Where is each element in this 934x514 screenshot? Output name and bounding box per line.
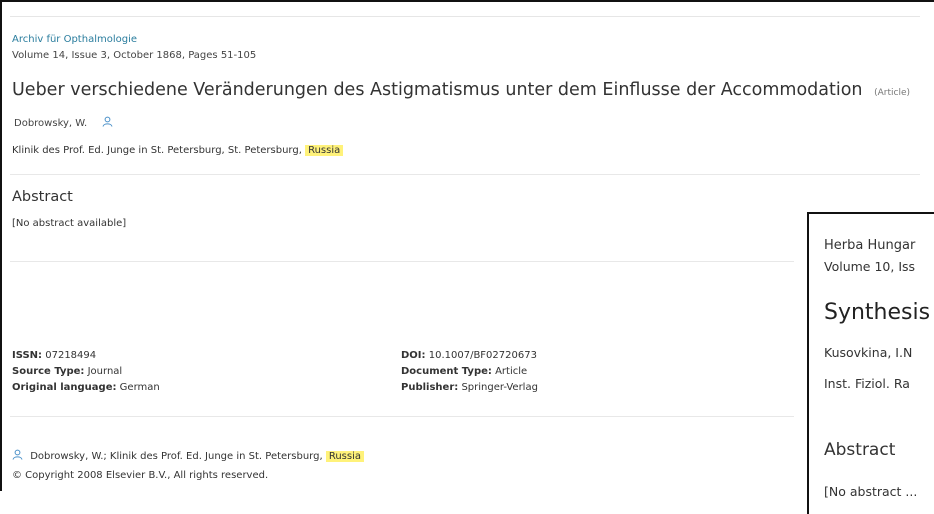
overlay-author: Kusovkina, I.N (824, 345, 913, 360)
top-divider (10, 16, 920, 17)
document-type-value: Article (495, 366, 528, 377)
document-type-label: Document Type: (401, 366, 492, 377)
correspondence: Dobrowsky, W.; Klinik des Prof. Ed. Jung… (12, 449, 365, 463)
document-frame (0, 0, 934, 491)
divider (10, 261, 794, 262)
copyright: © Copyright 2008 Elsevier B.V., All righ… (12, 470, 269, 481)
meta-right: DOI: 10.1007/BF02720673 Document Type: A… (401, 348, 538, 396)
overlay-affiliation: Inst. Fiziol. Ra (824, 376, 910, 391)
overlay-volume-line: Volume 10, Iss (824, 259, 916, 274)
title-text: Ueber verschiedene Veränderungen des Ast… (12, 80, 863, 100)
doi-value[interactable]: 10.1007/BF02720673 (429, 350, 537, 361)
source-type-row: Source Type: Journal (12, 364, 160, 380)
author-link[interactable]: Dobrowsky, W. (14, 118, 87, 129)
user-icon[interactable] (102, 116, 113, 130)
source-type-label: Source Type: (12, 366, 85, 377)
publisher-value: Springer-Verlag (461, 382, 538, 393)
overlay-abstract-heading: Abstract (824, 440, 896, 460)
language-value: German (119, 382, 160, 393)
overlay-document-panel: Herba Hungar Volume 10, Iss Synthesis Ku… (807, 212, 934, 514)
overlay-journal: Herba Hungar (824, 238, 916, 253)
source-type-value: Journal (87, 366, 123, 377)
affiliation-country: Russia (305, 145, 344, 156)
journal-link[interactable]: Archiv für Opthalmologie (12, 34, 137, 45)
doi-label: DOI: (401, 350, 426, 361)
correspondence-country: Russia (325, 451, 365, 462)
user-icon (12, 449, 23, 463)
meta-left: ISSN: 07218494 Source Type: Journal Orig… (12, 348, 160, 396)
document-type-row: Document Type: Article (401, 364, 538, 380)
issn-row: ISSN: 07218494 (12, 348, 160, 364)
affiliation-text: Klinik des Prof. Ed. Junge in St. Peters… (12, 145, 302, 156)
overlay-abstract-text: [No abstract ... (824, 484, 918, 499)
correspondence-text: Dobrowsky, W.; Klinik des Prof. Ed. Jung… (30, 451, 323, 462)
abstract-text: [No abstract available] (12, 218, 127, 229)
document-type-tag: (Article) (874, 88, 910, 98)
overlay-title: Synthesis (824, 300, 931, 325)
divider (10, 416, 794, 417)
abstract-heading: Abstract (12, 189, 73, 205)
article-title: Ueber verschiedene Veränderungen des Ast… (12, 80, 910, 100)
volume-line: Volume 14, Issue 3, October 1868, Pages … (12, 50, 257, 61)
language-row: Original language: German (12, 380, 160, 396)
doi-row: DOI: 10.1007/BF02720673 (401, 348, 538, 364)
issn-label: ISSN: (12, 350, 43, 361)
language-label: Original language: (12, 382, 117, 393)
affiliation: Klinik des Prof. Ed. Junge in St. Peters… (12, 145, 344, 156)
publisher-label: Publisher: (401, 382, 459, 393)
publisher-row: Publisher: Springer-Verlag (401, 380, 538, 396)
issn-value: 07218494 (45, 350, 97, 361)
author-row: Dobrowsky, W. (14, 116, 113, 130)
divider (10, 174, 920, 175)
